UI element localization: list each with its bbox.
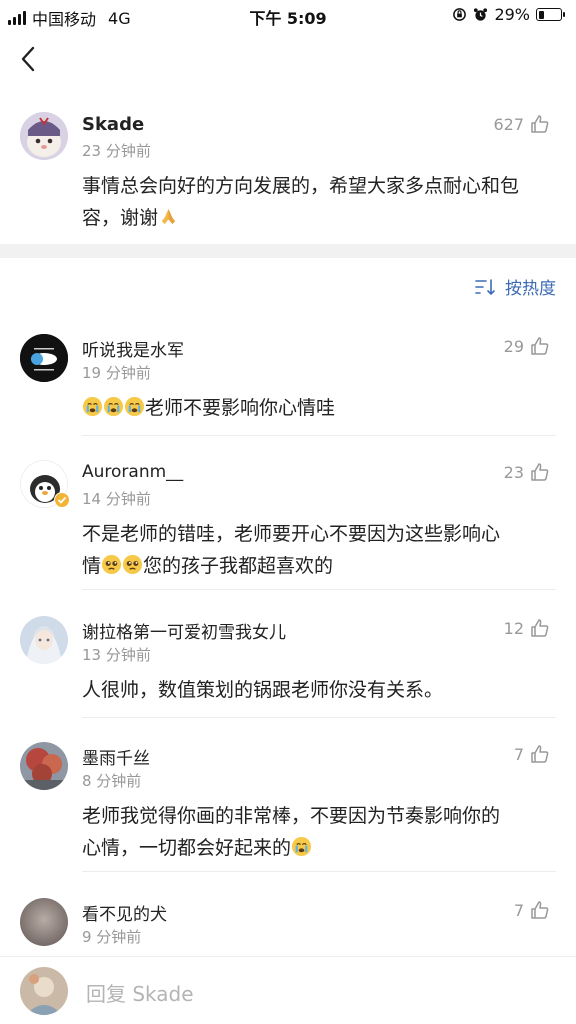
like-count: 12: [503, 618, 524, 638]
comment-body: 老师我觉得你画的非常棒，不要因为节奏影响你的 心情，一切都会好起来的: [82, 800, 556, 864]
main-comment: Skade 23 分钟前 627 事情总会向好的方向发展的，希望大家多点耐心和包…: [0, 100, 576, 244]
pray-hands-icon: [161, 208, 176, 225]
avatar-art-icon: [20, 742, 68, 790]
like-button[interactable]: 12: [504, 618, 550, 638]
thumbs-up-icon: [531, 619, 549, 637]
comment-body: 老师不要影响你心情哇: [82, 392, 556, 424]
avatar-art-icon: [20, 112, 68, 160]
thumbs-up-icon: [531, 337, 549, 355]
like-button[interactable]: 627: [493, 114, 550, 134]
battery-percent: 29%: [494, 5, 530, 24]
comment-item: 谢拉格第一可爱初雪我女儿 13 分钟前 12 人很帅，数值策划的锅跟老师你没有关…: [0, 604, 576, 718]
divider: [82, 871, 556, 872]
crying-face-icon: [124, 396, 145, 417]
sort-label: 按热度: [505, 279, 556, 299]
comment-body: 人很帅，数值策划的锅跟老师你没有关系。: [82, 674, 556, 706]
battery-fill: [538, 10, 545, 19]
alarm-icon: [474, 8, 488, 21]
thumbs-up-icon: [531, 745, 549, 763]
comment-time: 19 分钟前: [82, 364, 151, 382]
verified-badge-icon: [54, 492, 70, 508]
avatar-art-icon: [20, 616, 68, 664]
comment-item: 听说我是水军 19 分钟前 29 老师不要影响你心情哇: [0, 322, 576, 436]
comment-item: 看不见的犬 9 分钟前 7: [0, 886, 576, 956]
avatar-art-icon: [20, 967, 68, 1015]
like-button[interactable]: 7: [514, 744, 550, 764]
comment-text-line: 情 您的孩子我都超喜欢的: [82, 550, 556, 582]
like-button[interactable]: 23: [504, 462, 550, 482]
like-button[interactable]: 29: [504, 336, 550, 356]
status-bar: 中国移动 4G 下午 5:09 29%: [0, 0, 576, 30]
comment-text: 您的孩子我都超喜欢的: [143, 555, 334, 577]
like-count: 627: [493, 114, 524, 134]
comment-text-line: 老师我觉得你画的非常棒，不要因为节奏影响你的: [82, 805, 501, 827]
battery-icon: [536, 8, 565, 21]
comment-username[interactable]: 墨雨千丝: [82, 744, 150, 769]
rotation-lock-icon: [453, 8, 467, 21]
sort-icon: [475, 278, 495, 295]
comment-username[interactable]: Skade: [82, 114, 144, 135]
comment-text-line: 不是老师的错哇，老师要开心不要因为这些影响心: [82, 523, 501, 545]
sort-by-hot-button[interactable]: 按热度: [475, 274, 556, 299]
divider: [82, 589, 556, 590]
like-count: 7: [513, 900, 524, 920]
thumbs-up-icon: [531, 463, 549, 481]
comment-text: 情: [82, 555, 102, 577]
back-chevron-icon[interactable]: [14, 44, 44, 74]
avatar[interactable]: [20, 742, 68, 790]
status-right: 29%: [452, 5, 565, 24]
crying-face-icon: [291, 836, 312, 857]
like-count: 23: [503, 462, 524, 482]
comment-username[interactable]: Auroranm__: [82, 462, 183, 482]
comment-item: Auroranm__ 14 分钟前 23 不是老师的错哇，老师要开心不要因为这些…: [0, 448, 576, 590]
comment-text: 老师不要影响你心情哇: [145, 397, 336, 419]
comment-body: 不是老师的错哇，老师要开心不要因为这些影响心 情 您的孩子我都超喜欢的: [82, 518, 556, 582]
avatar[interactable]: [20, 112, 68, 160]
comment-time: 14 分钟前: [82, 490, 151, 508]
avatar[interactable]: [20, 334, 68, 382]
reply-input[interactable]: 回复 Skade: [86, 978, 194, 1007]
like-count: 29: [503, 336, 524, 356]
comment-username[interactable]: 看不见的犬: [82, 900, 167, 925]
pleading-face-icon: [122, 554, 143, 575]
thumbs-up-icon: [531, 115, 549, 133]
comment-text: 心情，一切都会好起来的: [82, 837, 292, 859]
avatar[interactable]: [20, 616, 68, 664]
comment-item: 墨雨千丝 8 分钟前 7 老师我觉得你画的非常棒，不要因为节奏影响你的 心情，一…: [0, 730, 576, 872]
comment-username[interactable]: 听说我是水军: [82, 336, 184, 361]
comment-username[interactable]: 谢拉格第一可爱初雪我女儿: [82, 618, 286, 643]
divider: [82, 435, 556, 436]
crying-face-icon: [82, 396, 103, 417]
avatar[interactable]: [20, 898, 68, 946]
nav-bar: [0, 30, 576, 88]
avatar-art-icon: [20, 334, 68, 382]
my-avatar[interactable]: [20, 967, 68, 1015]
like-count: 7: [513, 744, 524, 764]
comment-time: 9 分钟前: [82, 928, 142, 946]
comment-text: 事情总会向好的方向发展的，希望大家多点耐心和包容，谢谢: [82, 175, 520, 229]
avatar-art-icon: [20, 898, 68, 946]
comment-time: 8 分钟前: [82, 772, 142, 790]
like-button[interactable]: 7: [514, 900, 550, 920]
comment-time: 23 分钟前: [82, 142, 151, 160]
comment-text-line: 心情，一切都会好起来的: [82, 832, 556, 864]
crying-face-icon: [103, 396, 124, 417]
comment-text: 人很帅，数值策划的锅跟老师你没有关系。: [82, 679, 444, 701]
comment-time: 13 分钟前: [82, 646, 151, 664]
thumbs-up-icon: [531, 901, 549, 919]
divider: [82, 717, 556, 718]
pleading-face-icon: [101, 554, 122, 575]
comment-body: 事情总会向好的方向发展的，希望大家多点耐心和包容，谢谢: [82, 170, 556, 234]
reply-bar: 回复 Skade: [0, 956, 576, 1024]
section-separator: [0, 244, 576, 258]
